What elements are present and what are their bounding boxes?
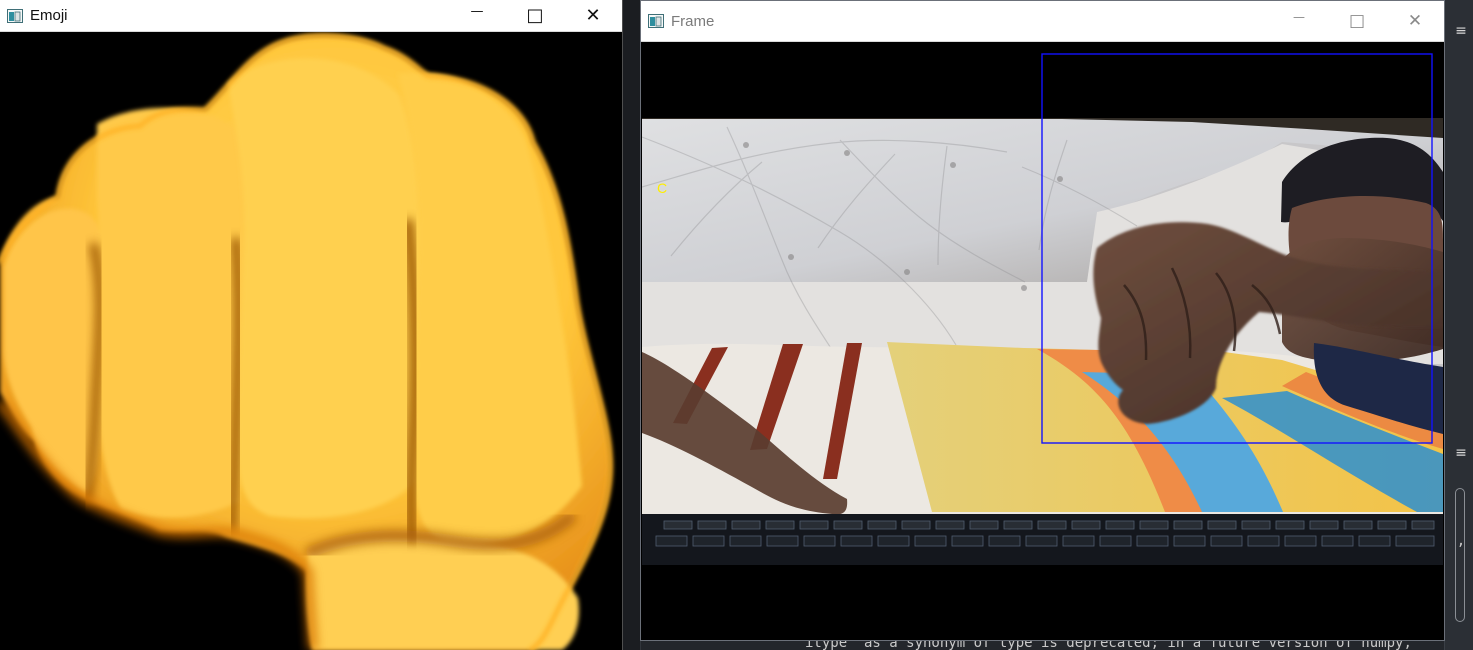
prediction-text: C (657, 180, 667, 196)
close-button[interactable]: ✕ (564, 0, 622, 31)
minimize-button[interactable]: — (448, 0, 506, 31)
frame-window[interactable]: Frame — □ ✕ C (640, 0, 1445, 641)
ide-gutter (622, 0, 641, 650)
title-bar[interactable]: Frame — □ ✕ (641, 1, 1444, 42)
fist-emoji-image (0, 33, 614, 650)
opencv-window-icon (7, 8, 23, 23)
window-controls: — □ ✕ (448, 0, 622, 31)
maximize-icon: □ (526, 5, 544, 26)
title-bar[interactable]: Emoji — □ ✕ (0, 0, 622, 32)
opencv-window-icon (648, 14, 664, 28)
camera-frame: C (642, 42, 1443, 640)
emoji-image (0, 32, 622, 650)
minimize-icon: — (470, 4, 484, 19)
minimize-button[interactable]: — (1270, 1, 1328, 41)
maximize-icon: □ (1348, 11, 1366, 31)
menu-icon[interactable]: ≡ (1453, 446, 1469, 460)
close-button[interactable]: ✕ (1386, 1, 1444, 41)
close-icon: ✕ (585, 5, 601, 26)
menu-icon[interactable]: ≡ (1453, 24, 1469, 38)
window-title: Frame (671, 12, 715, 30)
close-icon: ✕ (1407, 11, 1423, 31)
window-controls: — □ ✕ (1270, 1, 1444, 41)
scrollbar[interactable] (1455, 488, 1465, 622)
maximize-button[interactable]: □ (506, 0, 564, 31)
minimize-icon: — (1293, 10, 1305, 24)
emoji-window[interactable]: Emoji — □ ✕ (0, 0, 623, 650)
maximize-button[interactable]: □ (1328, 1, 1386, 41)
webcam-image: C (642, 42, 1443, 640)
window-title: Emoji (30, 7, 68, 24)
ide-sidebar: ≡ ≡ , (1444, 0, 1473, 650)
